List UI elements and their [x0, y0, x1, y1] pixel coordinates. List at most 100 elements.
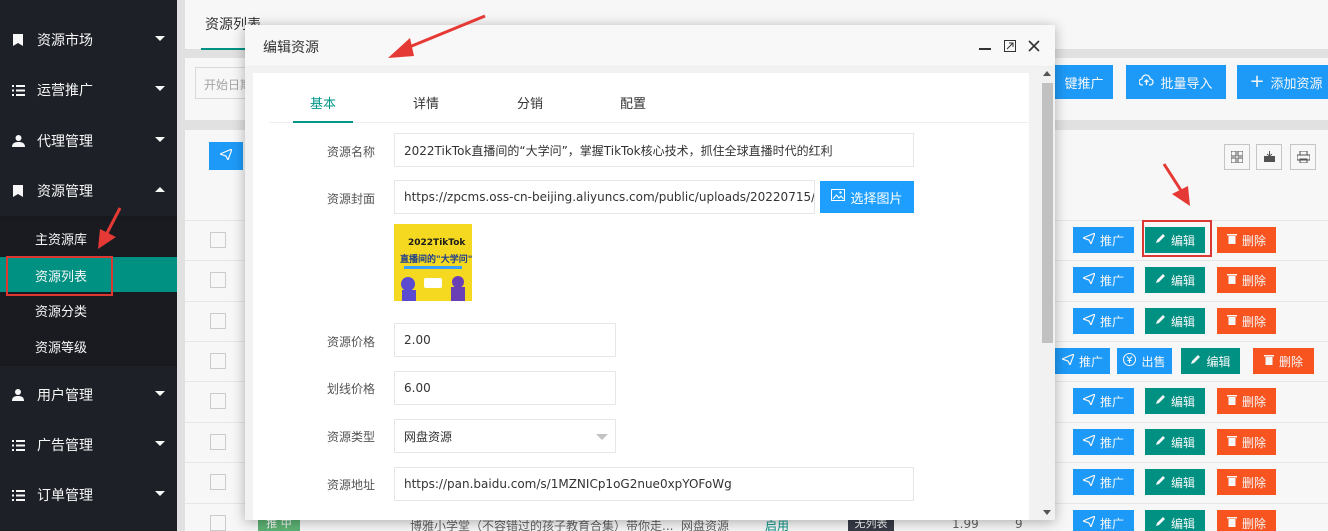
promote-button[interactable]: 推广 [1073, 388, 1134, 414]
resource-name-input[interactable]: 2022TikTok直播间的“大学问”，掌握TikTok核心技术，抓住全球直播时… [394, 133, 914, 167]
row-checkbox[interactable] [210, 353, 226, 369]
edit-button[interactable]: 编辑 [1181, 348, 1240, 374]
cover-stripe [404, 266, 462, 269]
edit-button[interactable]: 编辑 [1145, 429, 1205, 455]
send-icon [218, 147, 234, 163]
button-label: 推广 [1099, 394, 1124, 409]
row-checkbox[interactable] [210, 272, 226, 288]
send-icon [1081, 312, 1097, 328]
add-resource-button[interactable]: + 添加资源 [1237, 65, 1328, 99]
row-checkbox[interactable] [210, 393, 226, 409]
delete-button[interactable]: 删除 [1217, 267, 1276, 293]
batch-promote-button[interactable] [209, 142, 243, 170]
tab-distribution[interactable]: 分销 [517, 93, 543, 112]
row-checkbox[interactable] [210, 232, 226, 248]
users-icon [11, 134, 25, 148]
button-label: 删除 [1241, 394, 1266, 409]
maximize-icon[interactable] [1002, 38, 1018, 54]
delete-button[interactable]: 删除 [1217, 308, 1276, 334]
tab-details[interactable]: 详情 [413, 93, 439, 112]
resource-type-select[interactable]: 网盘资源 [394, 419, 616, 453]
chevron-down-icon [155, 491, 165, 496]
resource-price-input[interactable]: 2.00 [394, 323, 616, 357]
sidebar-item-ads[interactable]: 广告管理 [0, 420, 177, 470]
trash-icon [1226, 273, 1237, 287]
promote-button[interactable]: 推广 [1073, 469, 1134, 495]
choose-image-button[interactable]: 选择图片 [820, 181, 914, 213]
scroll-down-icon[interactable] [1043, 510, 1051, 515]
edit-icon [1155, 516, 1166, 530]
export-icon[interactable] [1256, 144, 1282, 170]
modal-title: 编辑资源 [263, 40, 319, 56]
sidebar-item-resource-market[interactable]: 资源市场 [0, 15, 177, 65]
annotation-highlight-box [6, 256, 113, 296]
trash-icon [1226, 314, 1237, 328]
sell-button[interactable]: 出售 [1117, 348, 1172, 374]
sidebar-item-users[interactable]: 用户管理 [0, 370, 177, 420]
button-label: 编辑 [1206, 354, 1231, 369]
sidebar-subitem-label: 资源等级 [35, 340, 88, 356]
chevron-up-icon [155, 187, 165, 192]
columns-icon[interactable] [1224, 144, 1250, 170]
close-icon[interactable] [1026, 38, 1042, 54]
sidebar-item-orders[interactable]: 订单管理 [0, 470, 177, 520]
delete-button[interactable]: 删除 [1217, 388, 1276, 414]
edit-button[interactable]: 编辑 [1145, 469, 1205, 495]
tab-config[interactable]: 配置 [620, 93, 646, 112]
promote-button[interactable]: 推广 [1073, 429, 1134, 455]
tab-basic[interactable]: 基本 [310, 93, 336, 112]
row-checkbox[interactable] [210, 313, 226, 329]
button-label: 推广 [1099, 273, 1124, 288]
modal-scrollbar-thumb[interactable] [1042, 83, 1053, 343]
edit-button[interactable]: 编辑 [1145, 388, 1205, 414]
send-icon [1081, 271, 1097, 287]
row-checkbox[interactable] [210, 434, 226, 450]
promote-button[interactable]: 推广 [1055, 348, 1110, 374]
delete-button[interactable]: 删除 [1217, 510, 1276, 531]
strike-price-input[interactable]: 6.00 [394, 371, 616, 405]
cover-title: 2022TikTok [408, 238, 466, 248]
promote-button[interactable]: 推广 [1073, 308, 1134, 334]
modal-tabs: 基本 详情 分销 配置 [269, 73, 1029, 123]
form-card: 基本 详情 分销 配置 资源名称 2022TikTok直播间的“大学问”，掌握T… [253, 73, 1029, 520]
bulk-import-button[interactable]: 批量导入 [1126, 65, 1226, 99]
row-checkbox[interactable] [210, 474, 226, 490]
url-label: 资源地址 [326, 478, 375, 492]
delete-button[interactable]: 删除 [1217, 429, 1276, 455]
cover-thumbnail: 2022TikTok 直播间的"大学问" [394, 224, 472, 301]
sidebar-item-agents[interactable]: 代理管理 [0, 116, 177, 166]
sidebar-item-resource-management[interactable]: 资源管理 [0, 166, 177, 216]
row-checkbox[interactable] [210, 515, 226, 531]
sidebar-item-label: 广告管理 [37, 438, 93, 454]
edit-button[interactable]: 编辑 [1145, 510, 1205, 531]
sidebar-item-operations[interactable]: 运营推广 [0, 65, 177, 115]
trash-icon [1226, 435, 1237, 449]
strike-price-label: 划线价格 [326, 382, 375, 396]
sidebar-subitem-main-library[interactable]: 主资源库 [0, 220, 177, 256]
delete-button[interactable]: 删除 [1217, 469, 1276, 495]
trash-icon [1226, 475, 1237, 489]
list-icon [11, 83, 25, 97]
edit-button[interactable]: 编辑 [1145, 267, 1205, 293]
promote-button[interactable]: 推广 [1073, 227, 1134, 253]
button-label: 编辑 [1170, 394, 1195, 409]
edit-button[interactable]: 编辑 [1145, 308, 1205, 334]
minimize-icon[interactable] [977, 38, 993, 54]
print-icon[interactable] [1290, 144, 1316, 170]
sidebar-subitem-label: 主资源库 [35, 232, 88, 248]
button-label: 添加资源 [1270, 76, 1323, 92]
promote-button[interactable]: 推广 [1073, 267, 1134, 293]
delete-button[interactable]: 删除 [1253, 348, 1314, 374]
send-icon [1081, 392, 1097, 408]
bookmark-icon [11, 33, 25, 47]
send-icon [1081, 231, 1097, 247]
sidebar-item-label: 代理管理 [37, 134, 93, 150]
sidebar-subitem-categories[interactable]: 资源分类 [0, 292, 177, 328]
resource-url-input[interactable]: https://pan.baidu.com/s/1MZNICp1oG2nue0x… [394, 467, 914, 501]
delete-button[interactable]: 删除 [1217, 227, 1276, 253]
promote-button[interactable]: 推广 [1073, 510, 1134, 531]
cover-url-input[interactable]: https://zpcms.oss-cn-beijing.aliyuncs.co… [394, 180, 815, 214]
sidebar-subitem-levels[interactable]: 资源等级 [0, 328, 177, 364]
scroll-up-icon[interactable] [1043, 71, 1051, 76]
one-click-promote-button[interactable]: 键推广 [1055, 65, 1113, 99]
